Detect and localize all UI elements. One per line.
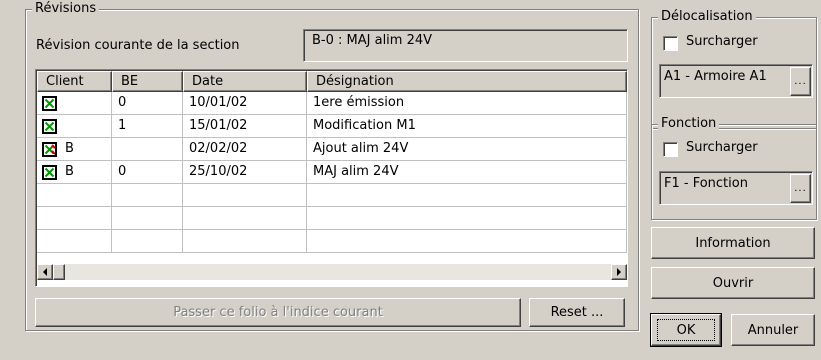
cell-be <box>112 230 183 253</box>
annuler-button[interactable]: Annuler <box>731 314 815 346</box>
designation-value: Modification M1 <box>313 118 416 133</box>
table-row-empty[interactable] <box>37 184 627 207</box>
date-value: 15/01/02 <box>189 118 248 133</box>
current-revision-field: B-0 : MAJ alim 24V <box>303 29 628 62</box>
cell-be <box>112 184 183 207</box>
cell-designation: Modification M1 <box>307 115 627 138</box>
reset-button[interactable]: Reset ... <box>529 298 625 327</box>
checkbox-checked-icon[interactable] <box>42 119 57 134</box>
cell-client <box>37 230 112 253</box>
cell-client: B <box>37 138 112 161</box>
client-value: B <box>65 141 74 156</box>
cell-be <box>112 207 183 230</box>
scroll-left-button[interactable] <box>37 264 53 280</box>
cell-be: 1 <box>112 115 183 138</box>
delocalisation-override-checkbox[interactable] <box>663 36 678 51</box>
fonction-value: F1 - Fonction <box>664 176 748 191</box>
fonction-override-label: Surcharger <box>686 140 758 155</box>
delocalisation-override-label: Surcharger <box>686 34 758 49</box>
pass-folio-button: Passer ce folio à l'indice courant <box>35 298 521 327</box>
cell-date: 15/01/02 <box>183 115 307 138</box>
information-button[interactable]: Information <box>651 227 815 259</box>
cell-designation: MAJ alim 24V <box>307 161 627 184</box>
designation-value: 1ere émission <box>313 95 405 110</box>
column-header-client[interactable]: Client <box>37 71 112 92</box>
cell-designation <box>307 207 627 230</box>
fonction-group-title: Fonction <box>658 116 720 132</box>
checkbox-checked-red-icon[interactable] <box>42 142 57 157</box>
cell-date: 10/01/02 <box>183 92 307 115</box>
table-row[interactable]: B 0 25/10/02 MAJ alim 24V <box>37 161 627 184</box>
date-value: 02/02/02 <box>189 141 248 156</box>
column-header-designation[interactable]: Désignation <box>307 71 627 92</box>
cell-designation <box>307 230 627 253</box>
client-value: B <box>65 164 74 179</box>
ok-focus-rect <box>657 319 715 341</box>
date-value: 10/01/02 <box>189 95 248 110</box>
cell-be: 0 <box>112 92 183 115</box>
designation-value: Ajout alim 24V <box>313 141 409 156</box>
cell-be: 0 <box>112 161 183 184</box>
fonction-override-checkbox[interactable] <box>663 142 678 157</box>
cell-date <box>183 184 307 207</box>
be-value: 1 <box>118 118 127 133</box>
arrow-left-icon <box>43 268 47 276</box>
current-revision-label: Révision courante de la section <box>36 38 240 53</box>
delocalisation-browse-button[interactable]: ... <box>790 67 811 96</box>
cell-designation: 1ere émission <box>307 92 627 115</box>
horizontal-scrollbar[interactable] <box>37 264 627 280</box>
current-revision-value: B-0 : MAJ alim 24V <box>312 33 433 48</box>
cell-client <box>37 115 112 138</box>
fonction-browse-button[interactable]: ... <box>790 174 811 203</box>
be-value: 0 <box>118 164 127 179</box>
checkbox-checked-icon[interactable] <box>42 96 57 111</box>
column-header-date[interactable]: Date <box>183 71 307 92</box>
cell-date <box>183 207 307 230</box>
table-row-empty[interactable] <box>37 230 627 253</box>
cell-client <box>37 207 112 230</box>
ouvrir-button[interactable]: Ouvrir <box>651 267 815 299</box>
cell-date: 02/02/02 <box>183 138 307 161</box>
designation-value: MAJ alim 24V <box>313 164 399 179</box>
date-value: 25/10/02 <box>189 164 248 179</box>
delocalisation-value: A1 - Armoire A1 <box>664 69 767 84</box>
cell-client: B <box>37 161 112 184</box>
cell-designation <box>307 184 627 207</box>
cell-be <box>112 138 183 161</box>
cell-client <box>37 184 112 207</box>
revisions-group-title: Révisions <box>32 1 100 17</box>
be-value: 0 <box>118 95 127 110</box>
column-header-be[interactable]: BE <box>112 71 183 92</box>
checkbox-checked-icon[interactable] <box>42 165 57 180</box>
cell-date <box>183 230 307 253</box>
table-row[interactable]: B 02/02/02 Ajout alim 24V <box>37 138 627 161</box>
cell-date: 25/10/02 <box>183 161 307 184</box>
revisions-table[interactable]: Client BE Date Désignation 0 10/01/02 1ere… <box>37 71 627 264</box>
cell-designation: Ajout alim 24V <box>307 138 627 161</box>
scroll-right-button[interactable] <box>611 264 627 280</box>
arrow-right-icon <box>617 268 621 276</box>
table-row[interactable]: 0 10/01/02 1ere émission <box>37 92 627 115</box>
table-row-empty[interactable] <box>37 207 627 230</box>
cell-client <box>37 92 112 115</box>
scroll-thumb[interactable] <box>53 264 65 280</box>
delocalisation-group-title: Délocalisation <box>658 9 756 25</box>
table-row[interactable]: 1 15/01/02 Modification M1 <box>37 115 627 138</box>
